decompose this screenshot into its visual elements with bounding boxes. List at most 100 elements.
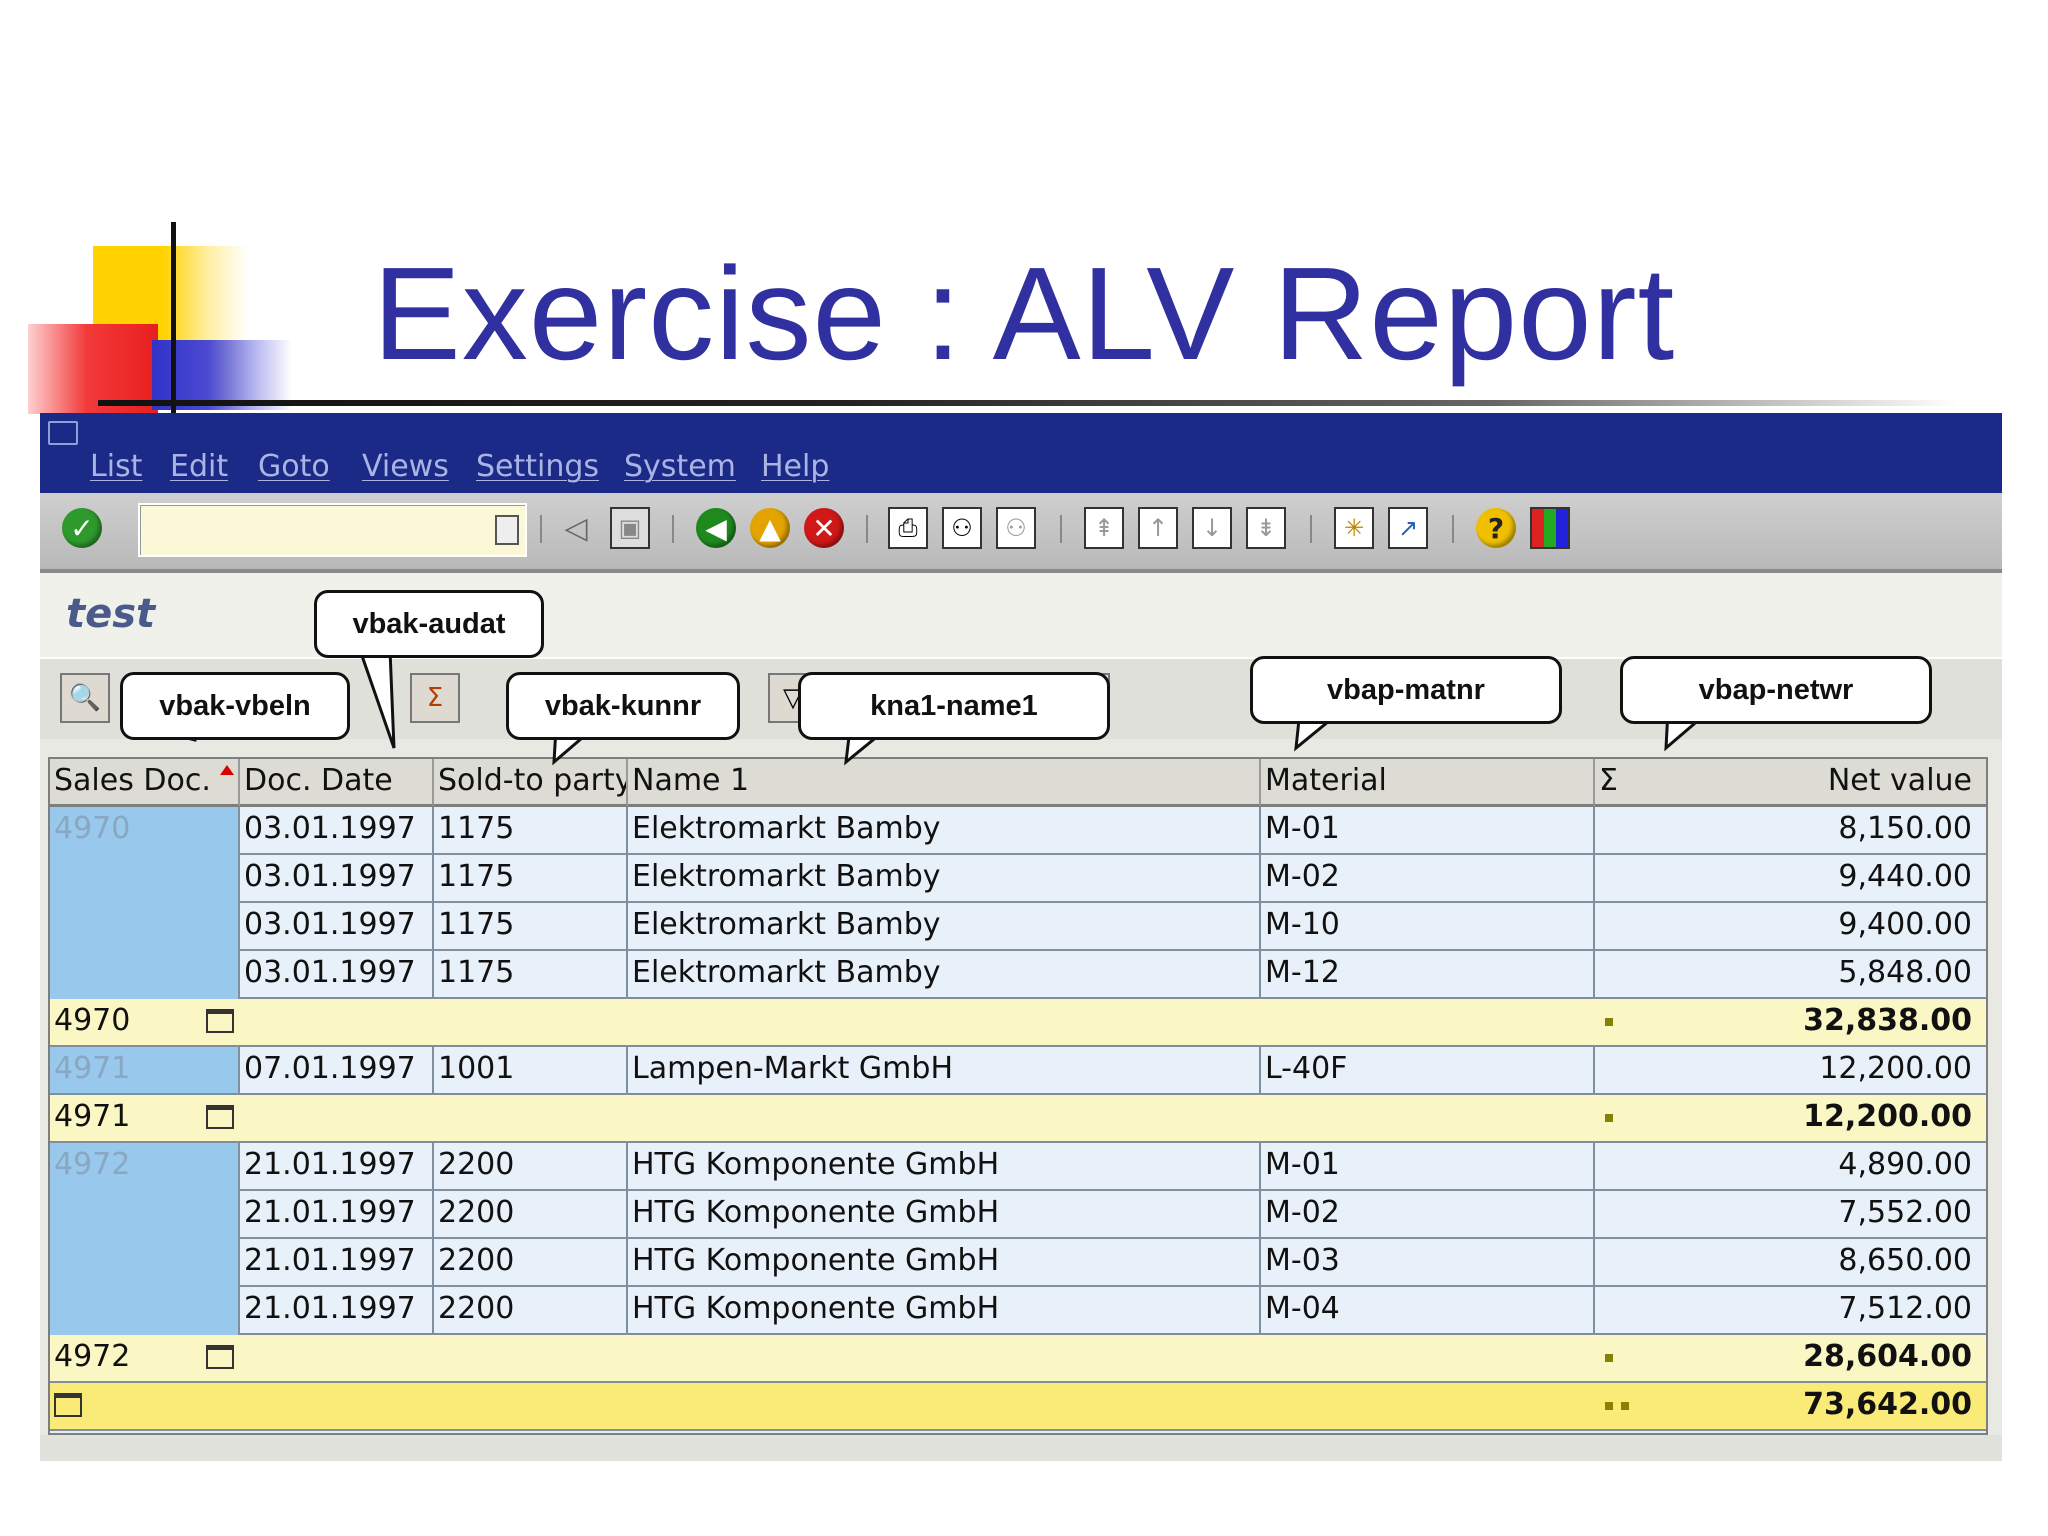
save-button[interactable]: ▣: [610, 507, 650, 549]
cell-material[interactable]: M-03: [1261, 1239, 1595, 1287]
command-history-icon[interactable]: [495, 515, 519, 545]
cell-doc-date[interactable]: 07.01.1997: [240, 1047, 434, 1095]
layout-button[interactable]: [1530, 507, 1570, 549]
cell-doc-date[interactable]: 03.01.1997: [240, 807, 434, 855]
table-row[interactable]: 21.01.1997 2200 HTG Komponente GmbH M-02 7,5…: [50, 1191, 1986, 1239]
menu-views[interactable]: Views: [362, 449, 449, 484]
cell-subtotal-value[interactable]: 32,838.00: [1595, 999, 1986, 1047]
cell-subtotal-value[interactable]: 12,200.00: [1595, 1095, 1986, 1143]
menu-settings[interactable]: Settings: [476, 449, 599, 484]
table-row[interactable]: 4971 07.01.1997 1001 Lampen-Markt GmbH L-40F…: [50, 1047, 1986, 1095]
cell-name-1[interactable]: Elektromarkt Bamby: [628, 807, 1261, 855]
cell-subtotal-label[interactable]: 4970: [50, 999, 240, 1047]
first-page-button[interactable]: ⇞: [1084, 507, 1124, 549]
cancel-button[interactable]: ✕: [804, 507, 844, 549]
table-row[interactable]: 21.01.1997 2200 HTG Komponente GmbH M-03 8,6…: [50, 1239, 1986, 1287]
cell-net-value[interactable]: 7,512.00: [1595, 1287, 1986, 1335]
table-row[interactable]: 03.01.1997 1175 Elektromarkt Bamby M-10 9,40…: [50, 903, 1986, 951]
cell-sales-doc[interactable]: [50, 855, 240, 903]
enter-button[interactable]: ✓: [62, 507, 102, 549]
command-field[interactable]: [138, 503, 527, 557]
cell-sold-to-party[interactable]: 2200: [434, 1143, 628, 1191]
cell-material[interactable]: M-01: [1261, 807, 1595, 855]
header-doc-date[interactable]: Doc. Date: [240, 759, 434, 807]
cell-subtotal-label[interactable]: [50, 1383, 240, 1431]
cell-doc-date[interactable]: 03.01.1997: [240, 903, 434, 951]
cell-name-1[interactable]: Elektromarkt Bamby: [628, 951, 1261, 999]
menu-goto[interactable]: Goto: [258, 449, 330, 484]
cell-material[interactable]: M-10: [1261, 903, 1595, 951]
cell-net-value[interactable]: 9,400.00: [1595, 903, 1986, 951]
help-button[interactable]: ?: [1476, 507, 1516, 549]
last-page-button[interactable]: ⇟: [1246, 507, 1286, 549]
cell-sold-to-party[interactable]: 2200: [434, 1239, 628, 1287]
cell-doc-date[interactable]: 03.01.1997: [240, 855, 434, 903]
header-sold-to-party[interactable]: Sold-to party: [434, 759, 628, 807]
cell-doc-date[interactable]: 21.01.1997: [240, 1287, 434, 1335]
cell-net-value[interactable]: 9,440.00: [1595, 855, 1986, 903]
exit-button[interactable]: ▲: [750, 507, 790, 549]
subtotal-row[interactable]: 4971 12,200.00: [50, 1095, 1986, 1143]
cell-sold-to-party[interactable]: 1175: [434, 807, 628, 855]
cell-name-1[interactable]: Elektromarkt Bamby: [628, 855, 1261, 903]
cell-doc-date[interactable]: 21.01.1997: [240, 1239, 434, 1287]
menu-edit[interactable]: Edit: [170, 449, 228, 484]
cell-net-value[interactable]: 8,650.00: [1595, 1239, 1986, 1287]
cell-net-value[interactable]: 7,552.00: [1595, 1191, 1986, 1239]
cell-net-value[interactable]: 4,890.00: [1595, 1143, 1986, 1191]
cell-doc-date[interactable]: 21.01.1997: [240, 1143, 434, 1191]
cell-net-value[interactable]: 5,848.00: [1595, 951, 1986, 999]
find-next-button[interactable]: ⚇: [996, 507, 1036, 549]
cell-name-1[interactable]: HTG Komponente GmbH: [628, 1143, 1261, 1191]
cell-sold-to-party[interactable]: 1175: [434, 855, 628, 903]
back-button[interactable]: ◀: [696, 507, 736, 549]
header-material[interactable]: Material: [1261, 759, 1595, 807]
cell-sold-to-party[interactable]: 1175: [434, 951, 628, 999]
subtotal-row[interactable]: 4972 28,604.00: [50, 1335, 1986, 1383]
shortcut-button[interactable]: ↗: [1388, 507, 1428, 549]
cell-subtotal-label[interactable]: 4972: [50, 1335, 240, 1383]
cell-sales-doc[interactable]: [50, 1191, 240, 1239]
cell-name-1[interactable]: HTG Komponente GmbH: [628, 1287, 1261, 1335]
details-button[interactable]: 🔍: [60, 673, 110, 723]
cell-net-value[interactable]: 12,200.00: [1595, 1047, 1986, 1095]
table-row[interactable]: 4970⧉03.01.19971175Elektromarkt BambyM-0…: [50, 807, 1986, 855]
cell-sold-to-party[interactable]: 2200: [434, 1191, 628, 1239]
cell-name-1[interactable]: Elektromarkt Bamby: [628, 903, 1261, 951]
find-button[interactable]: ⚇: [942, 507, 982, 549]
menu-list[interactable]: List: [90, 449, 142, 484]
cell-net-value[interactable]: 8,150.00: [1595, 807, 1986, 855]
cell-sold-to-party[interactable]: 1175: [434, 903, 628, 951]
sum-button[interactable]: Σ: [410, 673, 460, 723]
command-input[interactable]: [140, 505, 480, 553]
cell-sales-doc[interactable]: 4972: [50, 1143, 240, 1191]
cell-material[interactable]: M-02: [1261, 1191, 1595, 1239]
cell-material[interactable]: M-02: [1261, 855, 1595, 903]
cell-sales-doc[interactable]: [50, 1287, 240, 1335]
cell-subtotal-label[interactable]: 4971: [50, 1095, 240, 1143]
cell-sales-doc[interactable]: [50, 903, 240, 951]
cell-material[interactable]: L-40F: [1261, 1047, 1595, 1095]
header-name-1[interactable]: Name 1: [628, 759, 1261, 807]
cell-doc-date[interactable]: 21.01.1997: [240, 1191, 434, 1239]
cell-name-1[interactable]: HTG Komponente GmbH: [628, 1239, 1261, 1287]
cell-name-1[interactable]: HTG Komponente GmbH: [628, 1191, 1261, 1239]
cell-sold-to-party[interactable]: 1001: [434, 1047, 628, 1095]
cell-material[interactable]: M-04: [1261, 1287, 1595, 1335]
cell-material[interactable]: M-01: [1261, 1143, 1595, 1191]
next-page-button[interactable]: ↓: [1192, 507, 1232, 549]
header-net-value[interactable]: Σ Net value: [1595, 759, 1986, 807]
cell-sales-doc[interactable]: 4971: [50, 1047, 240, 1095]
table-row[interactable]: 4972 21.01.1997 2200 HTG Komponente GmbH M-0…: [50, 1143, 1986, 1191]
cell-total-value[interactable]: 73,642.00: [1595, 1383, 1986, 1431]
cell-material[interactable]: M-12: [1261, 951, 1595, 999]
menu-system[interactable]: System: [624, 449, 736, 484]
cell-subtotal-value[interactable]: 28,604.00: [1595, 1335, 1986, 1383]
new-session-button[interactable]: ✳: [1334, 507, 1374, 549]
subtotal-row[interactable]: 4970 32,838.00: [50, 999, 1986, 1047]
window-menu-icon[interactable]: [48, 421, 78, 445]
left-arrow-icon[interactable]: ◁: [556, 507, 596, 549]
print-button[interactable]: ⎙: [888, 507, 928, 549]
menu-help[interactable]: Help: [761, 449, 829, 484]
header-sales-doc[interactable]: Sales Doc.: [50, 759, 240, 807]
